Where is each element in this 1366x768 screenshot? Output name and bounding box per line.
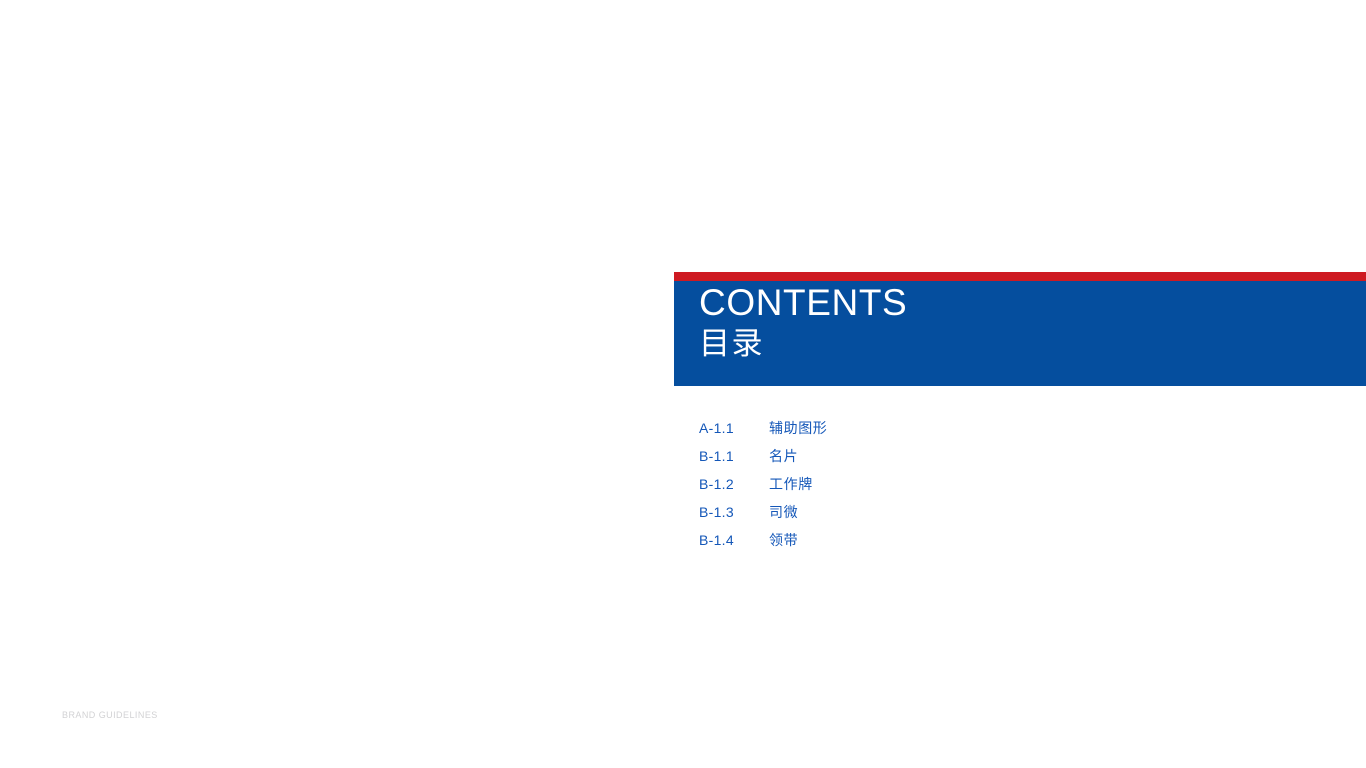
list-item[interactable]: B-1.1 名片 xyxy=(699,446,1119,474)
slide-canvas: CONTENTS 目录 A-1.1 辅助图形 B-1.1 名片 B-1.2 工作… xyxy=(0,0,1366,768)
list-item[interactable]: B-1.2 工作牌 xyxy=(699,474,1119,502)
footer-brand-label: BRAND GUIDELINES xyxy=(62,710,158,720)
list-item[interactable]: A-1.1 辅助图形 xyxy=(699,418,1119,446)
contents-item-code: B-1.4 xyxy=(699,532,734,548)
contents-title-cn: 目录 xyxy=(699,326,764,361)
contents-item-label: 名片 xyxy=(769,448,799,464)
banner-accent-rule xyxy=(674,272,1366,281)
contents-item-label: 领带 xyxy=(769,532,799,548)
contents-item-label: 工作牌 xyxy=(769,476,813,492)
contents-item-label: 司微 xyxy=(769,504,799,520)
banner-title-group: CONTENTS 目录 xyxy=(699,281,907,363)
list-item[interactable]: B-1.3 司微 xyxy=(699,502,1119,530)
contents-item-code: B-1.3 xyxy=(699,504,734,520)
contents-item-label: 辅助图形 xyxy=(769,420,828,436)
contents-item-code: B-1.1 xyxy=(699,448,734,464)
contents-item-code: A-1.1 xyxy=(699,420,734,436)
contents-banner: CONTENTS 目录 xyxy=(674,272,1366,386)
contents-list: A-1.1 辅助图形 B-1.1 名片 B-1.2 工作牌 B-1.3 司微 B… xyxy=(699,418,1119,558)
contents-title-en: CONTENTS xyxy=(699,282,908,323)
contents-item-code: B-1.2 xyxy=(699,476,734,492)
list-item[interactable]: B-1.4 领带 xyxy=(699,530,1119,558)
